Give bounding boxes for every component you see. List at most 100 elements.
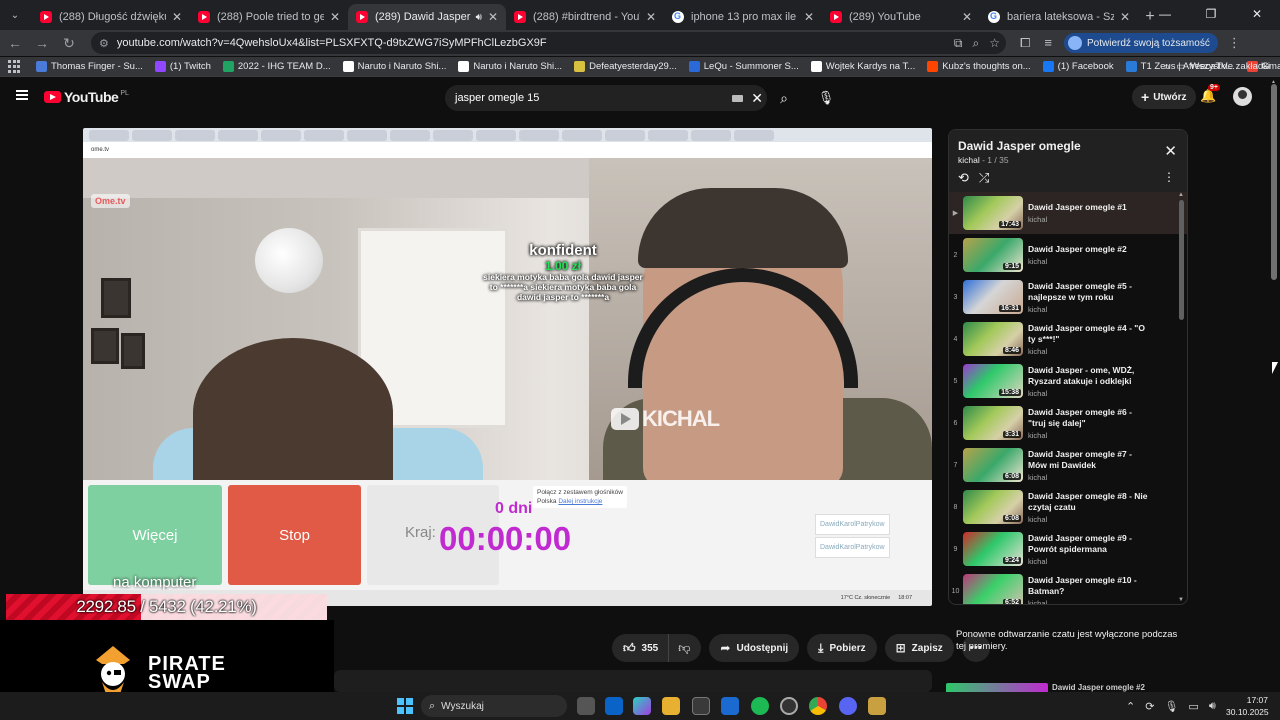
search-button[interactable]: ⌕ [770,86,798,110]
close-tab-icon[interactable]: ✕ [488,10,498,24]
bookmark-item[interactable]: Kubz's thoughts on... [927,61,1031,72]
close-tab-icon[interactable]: ✕ [1120,10,1130,24]
browser-tab[interactable]: (289) YouTube ✕ [822,4,980,30]
playlist-title[interactable]: Dawid Jasper omegle [958,139,1187,153]
video-player[interactable]: ome.tv Ome.tv konfident 1.00 zł siekiera… [83,128,932,606]
media-controls-icon[interactable]: ≡ [1044,35,1052,51]
playlist-item[interactable]: 9 9:24 Dawid Jasper omegle #9 - Powrót spi… [949,528,1187,570]
ometv-stop-button[interactable]: Stop [228,485,361,585]
site-info-icon[interactable]: ⚙ [99,37,109,50]
file-explorer-icon[interactable] [662,697,680,715]
dislike-button[interactable]: 👎︎ [669,634,701,662]
keyboard-icon[interactable] [732,94,744,102]
search-input[interactable]: jasper omegle 15 ✕ [445,85,767,111]
network-icon[interactable]: ▭ [1188,700,1198,713]
playlist-scrollbar[interactable] [1179,200,1184,320]
bookmarks-overflow-icon[interactable]: » [1164,61,1170,73]
close-tab-icon[interactable]: ✕ [646,10,656,24]
account-avatar[interactable] [1233,87,1252,106]
bookmark-item[interactable]: Thomas Finger - Su... [36,61,143,72]
playlist-item[interactable]: 2 9:15 Dawid Jasper omegle #2 kichal [949,234,1187,276]
bookmark-star-icon[interactable]: ☆ [989,36,1000,51]
league-client-icon[interactable] [868,697,886,715]
bookmark-item[interactable]: Naruto i Naruto Shi... [458,61,562,72]
playlist-item[interactable]: 10 6:52 Dawid Jasper omegle #10 - Batman? k… [949,570,1187,604]
download-button[interactable]: ⤓ Pobierz [807,634,877,662]
shuffle-icon[interactable]: ⤮ [979,170,989,186]
browser-tab[interactable]: (288) Długość dźwięku samotno ✕ [32,4,190,30]
playlist-channel[interactable]: kichal [958,155,980,165]
close-tab-icon[interactable]: ✕ [172,10,182,24]
bookmark-item[interactable]: Wojtek Kardys na T... [810,61,915,72]
notifications-bell-icon[interactable]: 🔔 9+ [1200,84,1220,104]
taskbar-search[interactable]: ⌕ Wyszukaj [421,695,567,717]
store-icon[interactable] [692,697,710,715]
playlist-item[interactable]: 5 15:38 Dawid Jasper - ome, WDŻ, Ryszard a… [949,360,1187,402]
bookmark-item[interactable]: 2022 - IHG TEAM D... [222,61,331,72]
copilot-icon[interactable] [633,697,651,715]
playlist-item[interactable]: 8 6:08 Dawid Jasper omegle #8 - Nie czytaj… [949,486,1187,528]
ometv-more-button[interactable]: Więcej [88,485,222,585]
back-arrow-icon[interactable]: ← [3,31,27,55]
playlist-menu-icon[interactable]: ⋮ [1163,170,1175,184]
all-bookmarks-folder[interactable]: ▭ Wszystkie zakładki [1176,61,1270,72]
bookmark-item[interactable]: (1) Twitch [154,61,211,72]
scroll-down-icon[interactable]: ▼ [1178,597,1184,603]
windows-start-icon[interactable] [397,698,413,714]
share-button[interactable]: ➦ Udostępnij [709,634,800,662]
profile-button[interactable]: Potwierdź swoją tożsamość [1064,33,1218,53]
speaker-note-link[interactable]: Dalej instrukcje [558,498,602,505]
reload-icon[interactable]: ↻ [57,31,81,55]
browser-tab[interactable]: (288) Poole tried to get REVENG ✕ [190,4,348,30]
minimize-icon[interactable]: — [1142,0,1188,28]
close-window-icon[interactable]: ✕ [1234,0,1280,28]
create-button[interactable]: + Utwórz [1132,85,1196,109]
page-scrollbar[interactable] [1271,84,1277,280]
guide-menu-icon[interactable] [16,90,28,100]
bookmark-item[interactable]: LeQu - Summoner S... [688,61,799,72]
browser-tab[interactable]: iphone 13 pro max ile ma cm - ✕ [664,4,822,30]
loop-icon[interactable]: ⟲ [958,170,969,186]
scroll-up-icon[interactable]: ▲ [1178,192,1184,198]
close-tab-icon[interactable]: ✕ [330,10,340,24]
youtube-logo[interactable]: YouTube PL [44,89,129,105]
outlook-icon[interactable] [605,697,623,715]
chrome-menu-icon[interactable]: ⋮ [1228,35,1241,51]
playlist-item[interactable]: 3 16:31 Dawid Jasper omegle #5 - najlepsze… [949,276,1187,318]
voice-search-mic-icon[interactable]: 🎙 [814,86,838,110]
close-tab-icon[interactable]: ✕ [962,10,972,24]
playlist-item[interactable]: 6 3:31 Dawid Jasper omegle #6 - "truj się … [949,402,1187,444]
extensions-puzzle-icon[interactable]: ⧠ [1020,35,1030,51]
discord-icon[interactable] [839,697,857,715]
microphone-icon[interactable]: 🎙 [1164,700,1178,713]
sync-icon[interactable]: ⟳ [1145,700,1154,713]
bookmark-item[interactable]: (1) Facebook [1042,61,1114,72]
edge-app-icon[interactable] [721,697,739,715]
like-button[interactable]: 👍︎ 355 [612,634,670,662]
tray-chevron-icon[interactable]: ⌃ [1126,700,1135,713]
save-button[interactable]: ⊞ Zapisz [884,634,954,662]
browser-tab[interactable]: (289) Dawid Jasper omegle 🔊︎ ✕ [348,4,506,30]
spotify-icon[interactable] [751,697,769,715]
playlist-item[interactable]: 7 6:08 Dawid Jasper omegle #7 - Mów mi Daw… [949,444,1187,486]
playlist-item[interactable]: ▶ 17:43 Dawid Jasper omegle #1 kichal [949,192,1187,234]
task-view-icon[interactable] [577,697,595,715]
tab-search-chevron-icon[interactable]: ⌄ [2,2,28,28]
volume-icon[interactable]: 🔊︎ [1209,700,1216,713]
close-playlist-icon[interactable]: ✕ [1164,142,1177,160]
address-bar[interactable]: ⚙ youtube.com/watch?v=4QwehsloUx4&list=P… [91,32,1006,54]
browser-tab[interactable]: bariera lateksowa - Szukaj w G ✕ [980,4,1138,30]
bookmark-item[interactable]: Naruto i Naruto Shi... [342,61,446,72]
steam-icon[interactable] [780,697,798,715]
clear-search-icon[interactable]: ✕ [751,90,763,107]
audio-playing-icon[interactable]: 🔊︎ [476,12,482,23]
bookmark-item[interactable]: Defeatyesterday29... [574,61,677,72]
taskbar-clock[interactable]: 17:07 30.10.2025 [1226,694,1269,718]
playlist-item[interactable]: 4 8:46 Dawid Jasper omegle #4 - "O ty s***… [949,318,1187,360]
restore-icon[interactable]: ❐ [1188,0,1234,28]
install-app-icon[interactable]: ⧉ [954,36,963,51]
zoom-icon[interactable]: ⌕ [973,36,980,51]
chrome-icon[interactable] [809,697,827,715]
browser-tab[interactable]: (288) #birdtrend - YouTube ✕ [506,4,664,30]
close-tab-icon[interactable]: ✕ [804,10,814,24]
